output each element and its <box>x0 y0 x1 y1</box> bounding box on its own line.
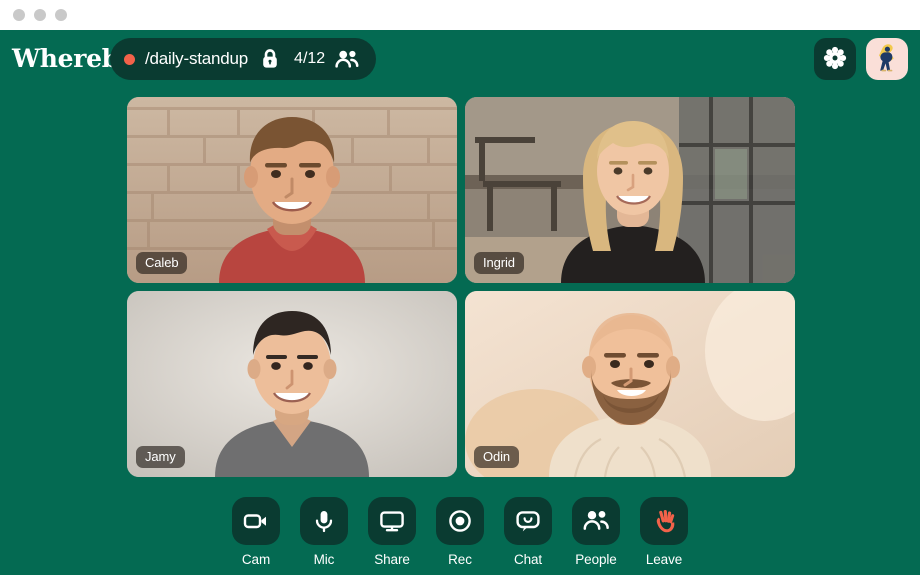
participant-name-badge: Caleb <box>136 252 188 274</box>
people-icon <box>572 497 620 545</box>
window-minimize-button[interactable] <box>34 9 46 21</box>
top-bar: Whereby /daily-standup 4/12 <box>0 30 920 88</box>
avatar-illustration-icon <box>870 40 904 79</box>
room-info-pill[interactable]: /daily-standup 4/12 <box>110 38 377 80</box>
screen-share-icon <box>368 497 416 545</box>
gear-icon <box>823 46 847 73</box>
participant-name-badge: Ingrid <box>474 252 524 274</box>
people-icon <box>334 48 360 70</box>
record-icon <box>436 497 484 545</box>
mic-label: Mic <box>313 552 335 567</box>
video-tile-odin[interactable]: Odin <box>465 291 795 477</box>
app-window: Whereby /daily-standup 4/12 Caleb Ingrid… <box>0 0 920 575</box>
cam-button[interactable]: Cam <box>232 497 280 567</box>
video-tile-caleb[interactable]: Caleb <box>127 97 457 283</box>
profile-avatar-button[interactable] <box>866 38 908 80</box>
video-camera-icon <box>232 497 280 545</box>
people-label: People <box>575 552 617 567</box>
meeting-stage: Whereby /daily-standup 4/12 Caleb Ingrid… <box>0 30 920 575</box>
window-maximize-button[interactable] <box>55 9 67 21</box>
share-label: Share <box>374 552 410 567</box>
chat-bubble-icon <box>504 497 552 545</box>
settings-button[interactable] <box>814 38 856 80</box>
chat-button[interactable]: Chat <box>504 497 552 567</box>
rec-button[interactable]: Rec <box>436 497 484 567</box>
participant-name-badge: Jamy <box>136 446 185 468</box>
rec-label: Rec <box>448 552 472 567</box>
recording-dot-icon <box>124 53 135 65</box>
top-bar-actions <box>814 38 908 80</box>
leave-button[interactable]: Leave <box>640 497 688 567</box>
microphone-icon <box>300 497 348 545</box>
window-titlebar <box>0 0 920 30</box>
chat-label: Chat <box>513 552 543 567</box>
lock-icon <box>260 48 280 70</box>
video-grid: Caleb Ingrid Jamy Odin <box>127 97 795 483</box>
meeting-toolbar: Cam Mic Share Rec Chat People Leave <box>0 497 920 567</box>
participant-count-label: 4/12 <box>294 50 326 67</box>
video-tile-ingrid[interactable]: Ingrid <box>465 97 795 283</box>
video-tile-jamy[interactable]: Jamy <box>127 291 457 477</box>
participant-name-badge: Odin <box>474 446 520 468</box>
mic-button[interactable]: Mic <box>300 497 348 567</box>
cam-label: Cam <box>241 552 271 567</box>
room-name-label: /daily-standup <box>145 49 249 68</box>
share-button[interactable]: Share <box>368 497 416 567</box>
people-button[interactable]: People <box>572 497 620 567</box>
leave-label: Leave <box>645 552 683 567</box>
window-close-button[interactable] <box>13 9 25 21</box>
waving-hand-icon <box>640 497 688 545</box>
